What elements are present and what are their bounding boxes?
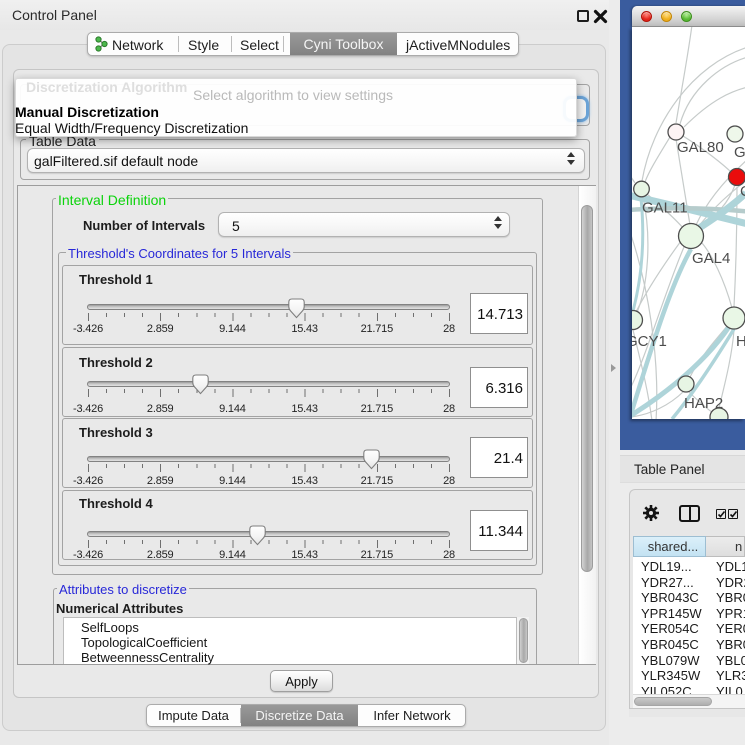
svg-text:GCY1: GCY1 [632,333,667,350]
svg-text:HAP2: HAP2 [684,395,723,412]
svg-text:GAL11: GAL11 [642,200,688,217]
svg-text:GAL4: GAL4 [692,250,730,267]
svg-text:GAL3: GAL3 [734,144,745,161]
svg-text:GAL80: GAL80 [677,139,724,156]
svg-text:CY1: CY1 [740,183,745,200]
svg-text:HIS: HIS [736,333,745,350]
